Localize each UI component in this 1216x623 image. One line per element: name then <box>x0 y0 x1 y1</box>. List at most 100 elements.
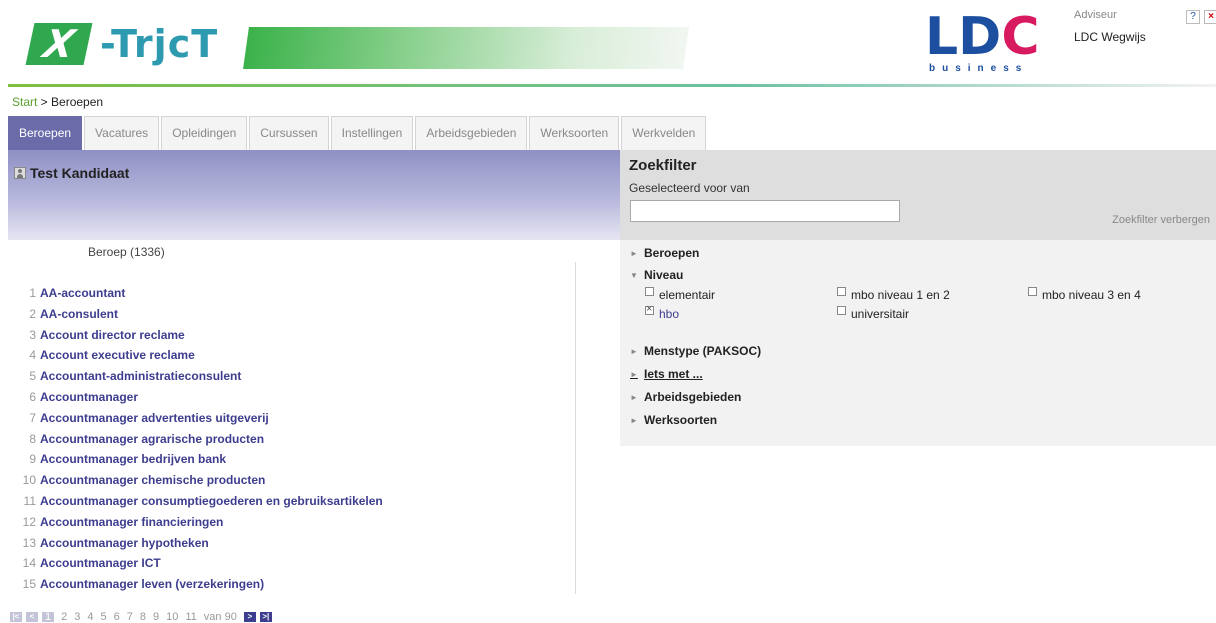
option-label: mbo niveau 1 en 2 <box>851 288 950 302</box>
option-label: universitair <box>851 307 910 321</box>
page-link-current[interactable]: 1 <box>42 612 55 623</box>
tab-arbeidsgebieden[interactable]: Arbeidsgebieden <box>415 116 528 150</box>
person-icon <box>14 167 26 179</box>
collapsed-arrow-icon: ► <box>630 369 638 379</box>
prev-page-button[interactable]: < <box>26 612 38 622</box>
page-link[interactable]: 6 <box>114 612 120 623</box>
beroep-link[interactable]: Account executive reclame <box>40 345 195 366</box>
tab-beroepen[interactable]: Beroepen <box>8 116 83 150</box>
help-icon[interactable]: ? <box>1186 10 1200 24</box>
tab-opleidingen[interactable]: Opleidingen <box>161 116 248 150</box>
page-link[interactable]: 10 <box>166 612 178 623</box>
list-item: 12 Accountmanager financieringen <box>12 512 572 533</box>
xtrajct-logo[interactable]: X -TrjcT <box>25 20 218 68</box>
list-item: 14 Accountmanager ICT <box>12 553 572 574</box>
beroep-link[interactable]: AA-consulent <box>40 304 118 325</box>
beroep-link[interactable]: Accountmanager chemische producten <box>40 470 265 491</box>
beroep-link[interactable]: Account director reclame <box>40 325 185 346</box>
collapsed-arrow-icon: ► <box>630 346 638 356</box>
beroep-link[interactable]: AA-accountant <box>40 283 125 304</box>
filter-section-arbeidsgebieden[interactable]: ► Arbeidsgebieden <box>630 390 741 404</box>
niveau-option-universitair[interactable]: universitair <box>837 306 910 321</box>
page-link[interactable]: 2 <box>61 612 67 623</box>
option-label: mbo niveau 3 en 4 <box>1042 288 1141 302</box>
section-label: Niveau <box>644 268 684 282</box>
list-item: 3 Account director reclame <box>12 325 572 346</box>
list-item: 8 Accountmanager agrarische producten <box>12 429 572 450</box>
filter-section-werksoorten[interactable]: ► Werksoorten <box>630 413 717 427</box>
page-link[interactable]: 4 <box>87 612 93 623</box>
item-number: 2 <box>29 306 36 321</box>
last-page-button[interactable]: >| <box>259 612 272 622</box>
item-number: 12 <box>22 514 36 529</box>
item-number: 15 <box>22 577 36 592</box>
page-link[interactable]: 5 <box>101 612 107 623</box>
breadcrumb-current: Beroepen <box>51 95 104 109</box>
checkbox[interactable] <box>1028 287 1037 296</box>
list-item: 10 Accountmanager chemische producten <box>12 470 572 491</box>
filter-section-niveau[interactable]: ▼ Niveau <box>630 268 683 282</box>
header-banner <box>243 27 689 69</box>
next-page-button[interactable]: > <box>243 612 256 622</box>
beroep-link[interactable]: Accountant-administratieconsulent <box>40 366 241 387</box>
item-number: 11 <box>23 493 36 508</box>
header-divider <box>8 84 1216 87</box>
tab-werkvelden[interactable]: Werkvelden <box>621 116 707 150</box>
checkbox-checked[interactable] <box>645 303 654 315</box>
beroep-link[interactable]: Accountmanager consumptiegoederen en geb… <box>40 491 383 512</box>
tab-cursussen[interactable]: Cursussen <box>249 116 329 150</box>
filter-search-input[interactable] <box>630 200 900 222</box>
filter-section-menstype[interactable]: ► Menstype (PAKSOC) <box>630 344 761 358</box>
beroep-link[interactable]: Accountmanager bedrijven bank <box>40 449 226 470</box>
hide-filter-link[interactable]: Zoekfilter verbergen <box>1112 214 1210 226</box>
page-link[interactable]: 11 <box>185 612 196 623</box>
beroep-link[interactable]: Accountmanager <box>40 387 138 408</box>
close-icon[interactable]: × <box>1204 10 1216 24</box>
page-link[interactable]: 3 <box>74 612 80 623</box>
niveau-option-mbo12[interactable]: mbo niveau 1 en 2 <box>837 287 950 302</box>
beroep-link[interactable]: Accountmanager leven (verzekeringen) <box>40 574 264 595</box>
tab-instellingen[interactable]: Instellingen <box>330 116 414 150</box>
list-item: 9 Accountmanager bedrijven bank <box>12 449 572 470</box>
beroep-link[interactable]: Accountmanager financieringen <box>40 512 223 533</box>
section-label: Iets met ... <box>644 367 703 381</box>
checkbox[interactable] <box>837 287 846 296</box>
tab-werksoorten[interactable]: Werksoorten <box>529 116 620 150</box>
collapsed-arrow-icon: ► <box>630 248 638 258</box>
first-page-button[interactable]: |< <box>10 612 22 622</box>
candidate-name: Test Kandidaat <box>30 165 130 181</box>
list-item: 1 AA-accountant <box>12 283 572 304</box>
tab-vacatures[interactable]: Vacatures <box>84 116 160 150</box>
pagination: |< < 1 2 3 4 5 6 7 8 9 10 11 van 90 > >| <box>10 612 276 623</box>
filter-section-beroepen[interactable]: ► Beroepen <box>630 246 699 260</box>
beroep-list: 1 AA-accountant 2 AA-consulent 3 Account di… <box>12 283 572 595</box>
breadcrumb: Start > Beroepen <box>12 95 103 109</box>
section-label: Arbeidsgebieden <box>644 390 742 404</box>
beroep-link[interactable]: Accountmanager advertenties uitgeverij <box>40 408 269 429</box>
list-item: 5 Accountant-administratieconsulent <box>12 366 572 387</box>
niveau-option-mbo34[interactable]: mbo niveau 3 en 4 <box>1028 287 1141 302</box>
filter-header <box>620 150 1216 240</box>
beroep-link[interactable]: Accountmanager hypotheken <box>40 533 209 554</box>
ldc-logo-c: C <box>1001 7 1040 67</box>
page-link[interactable]: 7 <box>127 612 133 623</box>
list-item: 2 AA-consulent <box>12 304 572 325</box>
collapsed-arrow-icon: ► <box>630 392 638 402</box>
section-label: Beroepen <box>644 246 700 260</box>
list-item: 6 Accountmanager <box>12 387 572 408</box>
page-link[interactable]: 9 <box>153 612 159 623</box>
niveau-option-hbo[interactable]: hbo <box>645 303 679 321</box>
checkbox[interactable] <box>645 287 654 296</box>
list-divider <box>575 262 576 594</box>
page-link[interactable]: 8 <box>140 612 146 623</box>
niveau-option-elementair[interactable]: elementair <box>645 287 715 302</box>
breadcrumb-start-link[interactable]: Start <box>12 95 37 109</box>
ldc-logo-l: L <box>925 7 959 67</box>
item-number: 9 <box>29 452 36 467</box>
filter-section-iets-met[interactable]: ► Iets met ... <box>630 367 703 381</box>
ldc-logo-subtitle: business <box>929 63 1029 74</box>
beroep-link[interactable]: Accountmanager ICT <box>40 553 161 574</box>
beroep-link[interactable]: Accountmanager agrarische producten <box>40 429 264 450</box>
checkbox[interactable] <box>837 306 846 315</box>
ldc-logo-d: D <box>958 7 1002 67</box>
